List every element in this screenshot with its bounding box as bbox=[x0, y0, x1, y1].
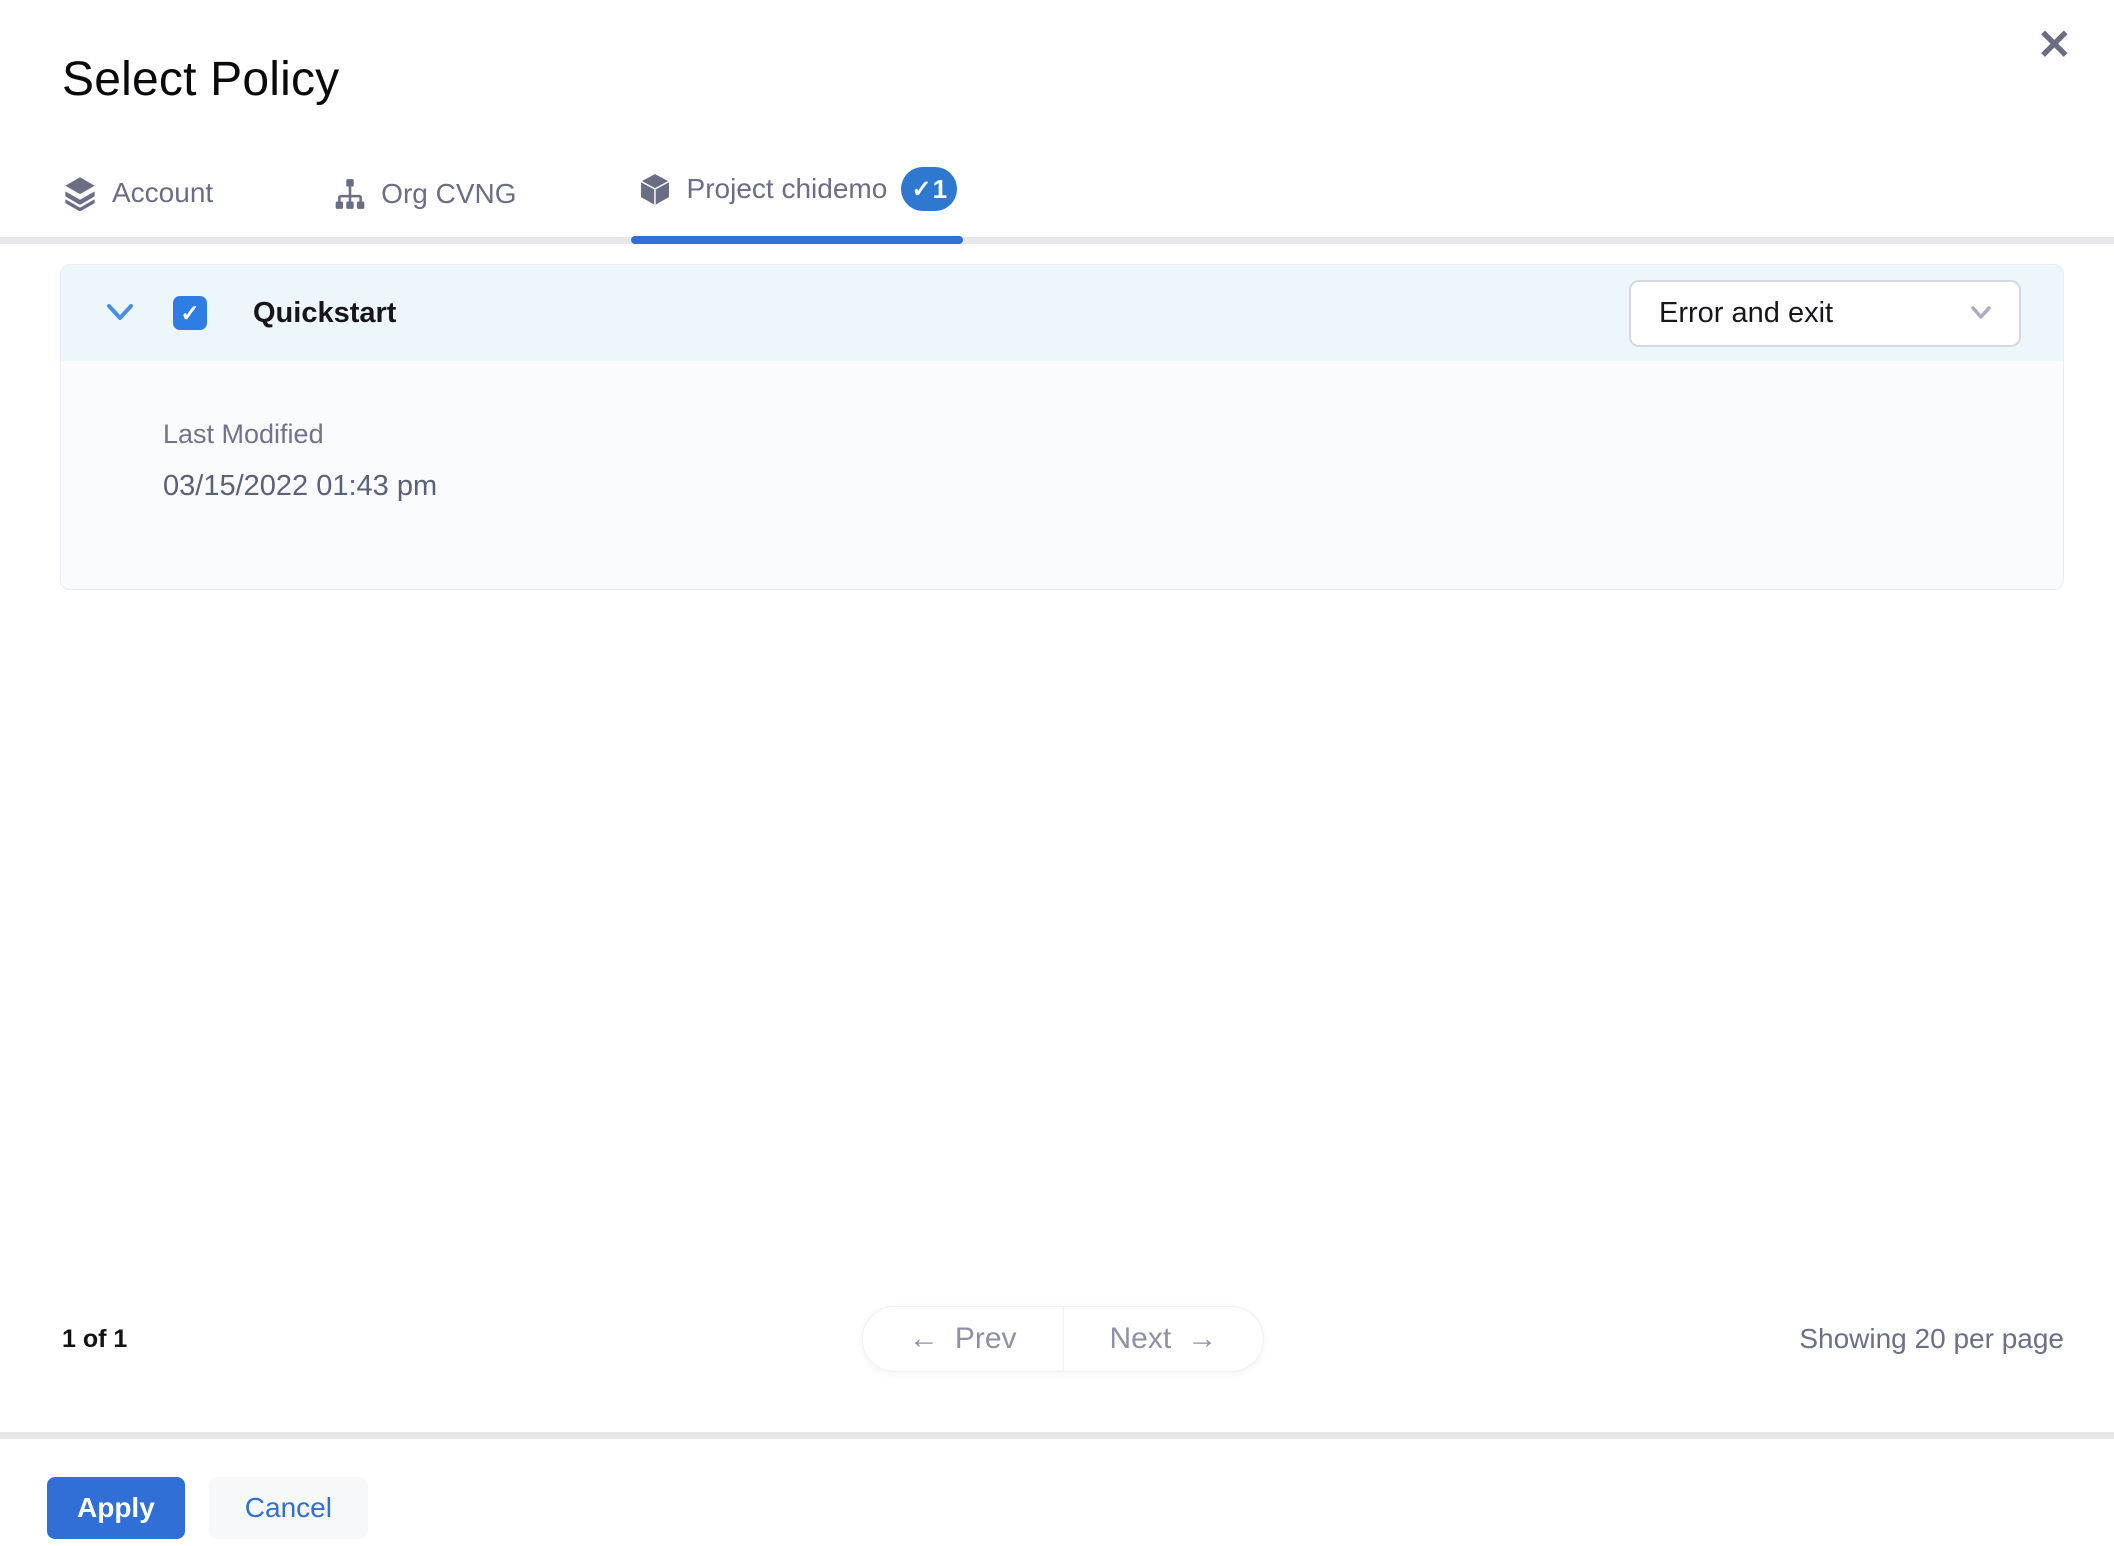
tab-project-chidemo[interactable]: Project chidemo ✓ 1 bbox=[630, 167, 964, 244]
close-icon[interactable]: ✕ bbox=[2031, 18, 2078, 72]
prev-label: Prev bbox=[954, 1322, 1017, 1355]
showing-per-page: Showing 20 per page bbox=[1799, 1323, 2064, 1354]
org-hierarchy-icon bbox=[333, 177, 367, 211]
badge-count: 1 bbox=[932, 173, 948, 204]
prev-button[interactable]: ← Prev bbox=[862, 1307, 1064, 1371]
arrow-right-icon: → bbox=[1187, 1322, 1218, 1355]
arrow-left-icon: ← bbox=[908, 1322, 939, 1355]
apply-button[interactable]: Apply bbox=[47, 1477, 185, 1539]
chevron-down-icon[interactable] bbox=[101, 300, 139, 326]
select-chevron-down-icon bbox=[1965, 302, 1997, 324]
tab-label: Project chidemo bbox=[686, 173, 888, 204]
policy-row-details: Last Modified 03/15/2022 01:43 pm bbox=[61, 361, 2063, 589]
last-modified-value: 03/15/2022 01:43 pm bbox=[163, 470, 438, 502]
tab-org-cvng[interactable]: Org CVNG bbox=[333, 177, 517, 237]
last-modified-label: Last Modified bbox=[163, 419, 324, 449]
tab-account[interactable]: Account bbox=[62, 175, 213, 237]
policy-checkbox[interactable]: ✓ bbox=[173, 296, 207, 330]
cancel-button[interactable]: Cancel bbox=[208, 1477, 368, 1539]
page-info: 1 of 1 bbox=[62, 1324, 128, 1353]
pager-group: ← Prev Next → bbox=[861, 1306, 1265, 1372]
selected-option-label: Error and exit bbox=[1659, 296, 1834, 329]
modal-header: Select Policy bbox=[0, 0, 2114, 107]
select-policy-modal: ✕ Select Policy Account Org CVNG Project… bbox=[0, 0, 2114, 1546]
footer-actions: Apply Cancel bbox=[47, 1477, 368, 1539]
check-icon: ✓ bbox=[911, 175, 932, 203]
tab-label: Org CVNG bbox=[381, 178, 517, 209]
layers-icon bbox=[62, 175, 98, 211]
tab-label: Account bbox=[112, 177, 214, 208]
page-title: Select Policy bbox=[62, 53, 340, 106]
pagination-bar: 1 of 1 ← Prev Next → Showing 20 per page bbox=[62, 1305, 2064, 1373]
scope-tabs: Account Org CVNG Project chidemo ✓ 1 bbox=[0, 167, 2114, 244]
policy-name: Quickstart bbox=[253, 296, 397, 329]
policy-action-select[interactable]: Error and exit bbox=[1629, 279, 2021, 347]
footer-divider bbox=[0, 1432, 2114, 1439]
cube-icon bbox=[637, 171, 673, 207]
next-label: Next bbox=[1109, 1322, 1172, 1355]
selected-count-badge: ✓ 1 bbox=[901, 167, 958, 211]
next-button[interactable]: Next → bbox=[1063, 1307, 1264, 1371]
policy-card: ✓ Quickstart Error and exit Last Modifie… bbox=[60, 264, 2064, 590]
policy-row-header: ✓ Quickstart Error and exit bbox=[61, 265, 2063, 361]
